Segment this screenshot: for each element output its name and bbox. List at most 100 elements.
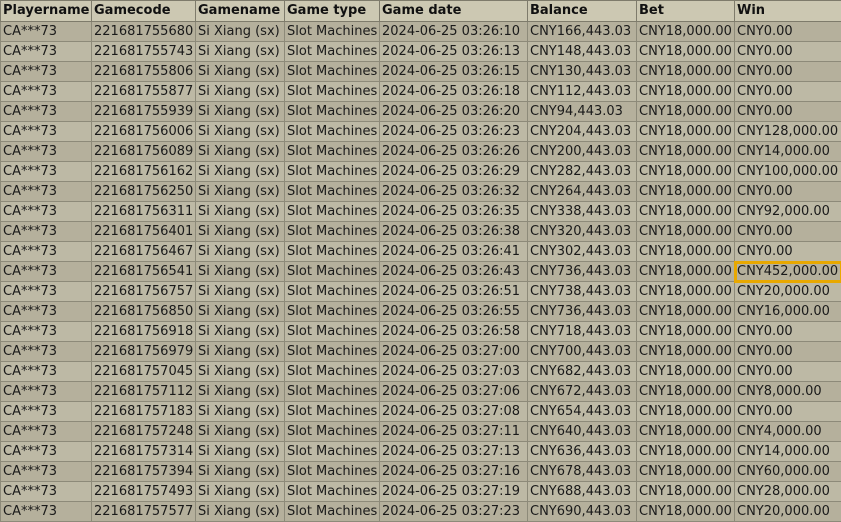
game-type-cell: Slot Machines xyxy=(285,322,380,342)
gamecode-cell: 221681757183 xyxy=(92,402,196,422)
gamename-cell: Si Xiang (sx) xyxy=(196,442,285,462)
table-row: CA***73221681755680Si Xiang (sx)Slot Mac… xyxy=(1,22,841,42)
table-row: CA***73221681755743Si Xiang (sx)Slot Mac… xyxy=(1,42,841,62)
balance-cell: CNY736,443.03 xyxy=(528,262,637,282)
column-header-game-type[interactable]: Game type xyxy=(285,1,380,22)
balance-cell: CNY636,443.03 xyxy=(528,442,637,462)
gamecode-cell: 221681756467 xyxy=(92,242,196,262)
game-date-cell: 2024-06-25 03:26:35 xyxy=(380,202,528,222)
game-type-cell: Slot Machines xyxy=(285,242,380,262)
balance-cell: CNY130,443.03 xyxy=(528,62,637,82)
bet-cell: CNY18,000.00 xyxy=(637,202,735,222)
table-header: PlayernameGamecodeGamenameGame typeGame … xyxy=(1,1,841,22)
column-header-playername[interactable]: Playername xyxy=(1,1,92,22)
balance-cell: CNY678,443.03 xyxy=(528,462,637,482)
game-type-cell: Slot Machines xyxy=(285,262,380,282)
bet-cell: CNY18,000.00 xyxy=(637,382,735,402)
column-header-balance[interactable]: Balance xyxy=(528,1,637,22)
gamename-cell: Si Xiang (sx) xyxy=(196,122,285,142)
playername-cell: CA***73 xyxy=(1,322,92,342)
game-type-cell: Slot Machines xyxy=(285,22,380,42)
balance-cell: CNY682,443.03 xyxy=(528,362,637,382)
game-type-cell: Slot Machines xyxy=(285,222,380,242)
table-row: CA***73221681757577Si Xiang (sx)Slot Mac… xyxy=(1,502,841,522)
playername-cell: CA***73 xyxy=(1,142,92,162)
playername-cell: CA***73 xyxy=(1,402,92,422)
win-cell: CNY14,000.00 xyxy=(735,142,841,162)
win-cell: CNY0.00 xyxy=(735,402,841,422)
win-cell: CNY92,000.00 xyxy=(735,202,841,222)
win-cell: CNY4,000.00 xyxy=(735,422,841,442)
game-type-cell: Slot Machines xyxy=(285,162,380,182)
gamecode-cell: 221681757248 xyxy=(92,422,196,442)
win-cell: CNY100,000.00 xyxy=(735,162,841,182)
gamename-cell: Si Xiang (sx) xyxy=(196,482,285,502)
table-row: CA***73221681756401Si Xiang (sx)Slot Mac… xyxy=(1,222,841,242)
playername-cell: CA***73 xyxy=(1,382,92,402)
gamecode-cell: 221681756401 xyxy=(92,222,196,242)
gamename-cell: Si Xiang (sx) xyxy=(196,162,285,182)
gamename-cell: Si Xiang (sx) xyxy=(196,362,285,382)
table-row: CA***73221681755806Si Xiang (sx)Slot Mac… xyxy=(1,62,841,82)
gamecode-cell: 221681756250 xyxy=(92,182,196,202)
bet-cell: CNY18,000.00 xyxy=(637,322,735,342)
gamename-cell: Si Xiang (sx) xyxy=(196,62,285,82)
balance-cell: CNY688,443.03 xyxy=(528,482,637,502)
gamecode-cell: 221681756541 xyxy=(92,262,196,282)
table-row: CA***73221681757112Si Xiang (sx)Slot Mac… xyxy=(1,382,841,402)
gamecode-cell: 221681757577 xyxy=(92,502,196,522)
gamecode-cell: 221681755939 xyxy=(92,102,196,122)
gamecode-cell: 221681755877 xyxy=(92,82,196,102)
column-header-win[interactable]: Win xyxy=(735,1,841,22)
game-type-cell: Slot Machines xyxy=(285,142,380,162)
game-date-cell: 2024-06-25 03:27:19 xyxy=(380,482,528,502)
gamename-cell: Si Xiang (sx) xyxy=(196,242,285,262)
game-date-cell: 2024-06-25 03:26:20 xyxy=(380,102,528,122)
win-cell: CNY16,000.00 xyxy=(735,302,841,322)
table-row: CA***73221681756757Si Xiang (sx)Slot Mac… xyxy=(1,282,841,302)
playername-cell: CA***73 xyxy=(1,362,92,382)
bet-cell: CNY18,000.00 xyxy=(637,102,735,122)
bet-cell: CNY18,000.00 xyxy=(637,182,735,202)
game-date-cell: 2024-06-25 03:26:10 xyxy=(380,22,528,42)
game-date-cell: 2024-06-25 03:27:06 xyxy=(380,382,528,402)
playername-cell: CA***73 xyxy=(1,62,92,82)
win-cell: CNY60,000.00 xyxy=(735,462,841,482)
gamename-cell: Si Xiang (sx) xyxy=(196,322,285,342)
column-header-game-date[interactable]: Game date xyxy=(380,1,528,22)
game-date-cell: 2024-06-25 03:26:58 xyxy=(380,322,528,342)
playername-cell: CA***73 xyxy=(1,202,92,222)
column-header-bet[interactable]: Bet xyxy=(637,1,735,22)
table-row: CA***73221681756311Si Xiang (sx)Slot Mac… xyxy=(1,202,841,222)
bet-cell: CNY18,000.00 xyxy=(637,302,735,322)
table-row: CA***73221681755939Si Xiang (sx)Slot Mac… xyxy=(1,102,841,122)
column-header-gamecode[interactable]: Gamecode xyxy=(92,1,196,22)
game-date-cell: 2024-06-25 03:26:38 xyxy=(380,222,528,242)
bet-cell: CNY18,000.00 xyxy=(637,82,735,102)
gamename-cell: Si Xiang (sx) xyxy=(196,342,285,362)
gamecode-cell: 221681757314 xyxy=(92,442,196,462)
game-type-cell: Slot Machines xyxy=(285,502,380,522)
balance-cell: CNY338,443.03 xyxy=(528,202,637,222)
gamename-cell: Si Xiang (sx) xyxy=(196,422,285,442)
bet-cell: CNY18,000.00 xyxy=(637,142,735,162)
game-type-cell: Slot Machines xyxy=(285,302,380,322)
win-cell: CNY0.00 xyxy=(735,362,841,382)
game-date-cell: 2024-06-25 03:26:32 xyxy=(380,182,528,202)
gamename-cell: Si Xiang (sx) xyxy=(196,502,285,522)
gamename-cell: Si Xiang (sx) xyxy=(196,382,285,402)
game-date-cell: 2024-06-25 03:26:41 xyxy=(380,242,528,262)
bet-cell: CNY18,000.00 xyxy=(637,162,735,182)
column-header-gamename[interactable]: Gamename xyxy=(196,1,285,22)
gamecode-cell: 221681756850 xyxy=(92,302,196,322)
bet-cell: CNY18,000.00 xyxy=(637,362,735,382)
gamecode-cell: 221681757112 xyxy=(92,382,196,402)
game-type-cell: Slot Machines xyxy=(285,442,380,462)
game-date-cell: 2024-06-25 03:27:11 xyxy=(380,422,528,442)
game-date-cell: 2024-06-25 03:27:00 xyxy=(380,342,528,362)
game-type-cell: Slot Machines xyxy=(285,462,380,482)
playername-cell: CA***73 xyxy=(1,82,92,102)
balance-cell: CNY700,443.03 xyxy=(528,342,637,362)
playername-cell: CA***73 xyxy=(1,422,92,442)
playername-cell: CA***73 xyxy=(1,262,92,282)
